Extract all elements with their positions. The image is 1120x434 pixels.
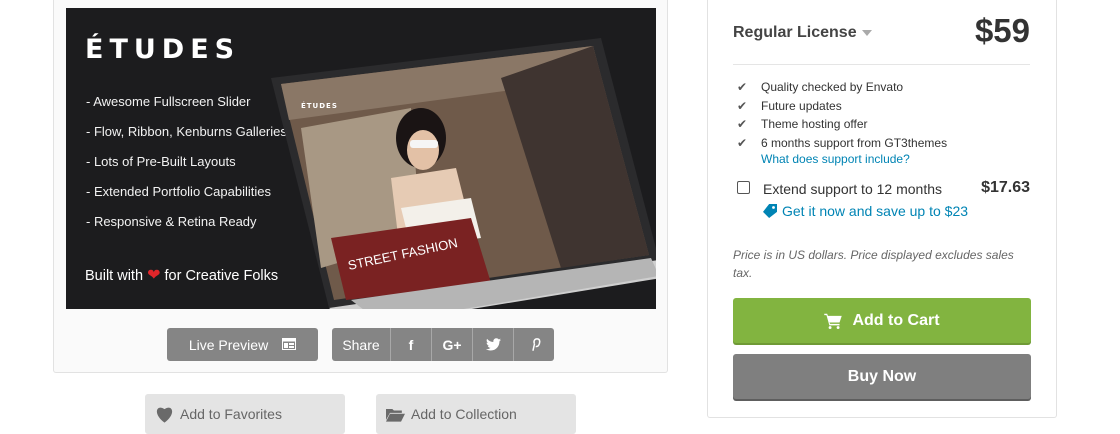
- feature-text: Theme hosting offer: [761, 117, 868, 132]
- extend-support-label[interactable]: Extend support to 12 months: [763, 181, 942, 197]
- chevron-down-icon: [861, 29, 872, 36]
- checkmark-icon: ✔: [737, 80, 748, 95]
- feature-item: ✔ 6 months support from GT3themes: [737, 134, 947, 153]
- live-preview-button[interactable]: Live Preview: [167, 328, 318, 361]
- live-preview-label: Live Preview: [188, 336, 269, 353]
- twitter-icon[interactable]: [472, 328, 513, 361]
- add-to-favorites-button[interactable]: Add to Favorites: [145, 394, 345, 434]
- license-selector[interactable]: Regular License: [733, 24, 872, 42]
- buy-now-label: Buy Now: [847, 367, 917, 385]
- built-with-suffix: for Creative Folks: [164, 268, 279, 284]
- banner-feature: - Awesome Fullscreen Slider: [86, 94, 251, 109]
- feature-item: ✔ Theme hosting offer: [737, 115, 947, 134]
- built-with-prefix: Built with: [85, 268, 144, 284]
- folder-open-icon: [386, 407, 405, 422]
- add-to-favorites-label: Add to Favorites: [180, 406, 282, 422]
- built-with-tagline: Built with ❤ for Creative Folks: [85, 265, 278, 285]
- license-feature-list: ✔ Quality checked by Envato ✔ Future updat…: [737, 78, 947, 152]
- license-price: $59: [974, 12, 1030, 49]
- feature-text: Quality checked by Envato: [761, 80, 904, 95]
- license-label: Regular License: [733, 24, 857, 41]
- extend-support-price: $17.63: [981, 179, 1030, 196]
- banner-feature: - Flow, Ribbon, Kenburns Galleries: [86, 124, 287, 139]
- feature-text: 6 months support from GT3themes: [761, 135, 948, 150]
- tag-icon: [763, 204, 777, 218]
- add-to-collection-label: Add to Collection: [411, 406, 517, 422]
- add-to-cart-label: Add to Cart: [852, 311, 940, 329]
- checkmark-icon: ✔: [737, 117, 748, 132]
- feature-item: ✔ Quality checked by Envato: [737, 78, 947, 97]
- banner-feature: - Extended Portfolio Capabilities: [86, 184, 271, 199]
- add-to-cart-button[interactable]: Add to Cart: [733, 298, 1031, 343]
- share-button-group: Share f G+: [332, 328, 554, 361]
- banner-feature: - Lots of Pre-Built Layouts: [86, 154, 236, 169]
- share-label: Share: [342, 336, 380, 353]
- save-offer-label: Get it now and save up to $23: [782, 203, 969, 219]
- divider: [733, 64, 1030, 65]
- feature-text: Future updates: [761, 98, 842, 113]
- banner-feature: - Responsive & Retina Ready: [86, 214, 257, 229]
- laptop-mockup-image: STREET FASHION ÉTUDES: [271, 38, 656, 309]
- price-note: Price is in US dollars. Price displayed …: [733, 248, 1014, 280]
- preview-window-icon: [282, 337, 297, 353]
- banner-feature-list: - Awesome Fullscreen Slider - Flow, Ribb…: [86, 94, 287, 244]
- save-offer-link[interactable]: Get it now and save up to $23: [763, 203, 968, 219]
- cart-icon: [824, 313, 843, 329]
- pinterest-icon[interactable]: [513, 328, 554, 361]
- facebook-icon[interactable]: f: [390, 328, 431, 361]
- heart-outline-icon: [155, 406, 174, 423]
- support-info-link[interactable]: What does support include?: [761, 152, 910, 166]
- extend-support-checkbox[interactable]: [737, 181, 750, 194]
- buy-now-button[interactable]: Buy Now: [733, 354, 1031, 399]
- checkmark-icon: ✔: [737, 98, 748, 113]
- banner-title: ÉTUDES: [85, 34, 241, 65]
- screen-logo: ÉTUDES: [301, 101, 338, 110]
- add-to-collection-button[interactable]: Add to Collection: [376, 394, 576, 434]
- checkmark-icon: ✔: [737, 135, 748, 150]
- google-plus-icon[interactable]: G+: [431, 328, 472, 361]
- heart-icon: ❤: [147, 267, 161, 284]
- item-preview-banner[interactable]: ÉTUDES - Awesome Fullscreen Slider - Flo…: [66, 8, 656, 309]
- feature-item: ✔ Future updates: [737, 97, 947, 116]
